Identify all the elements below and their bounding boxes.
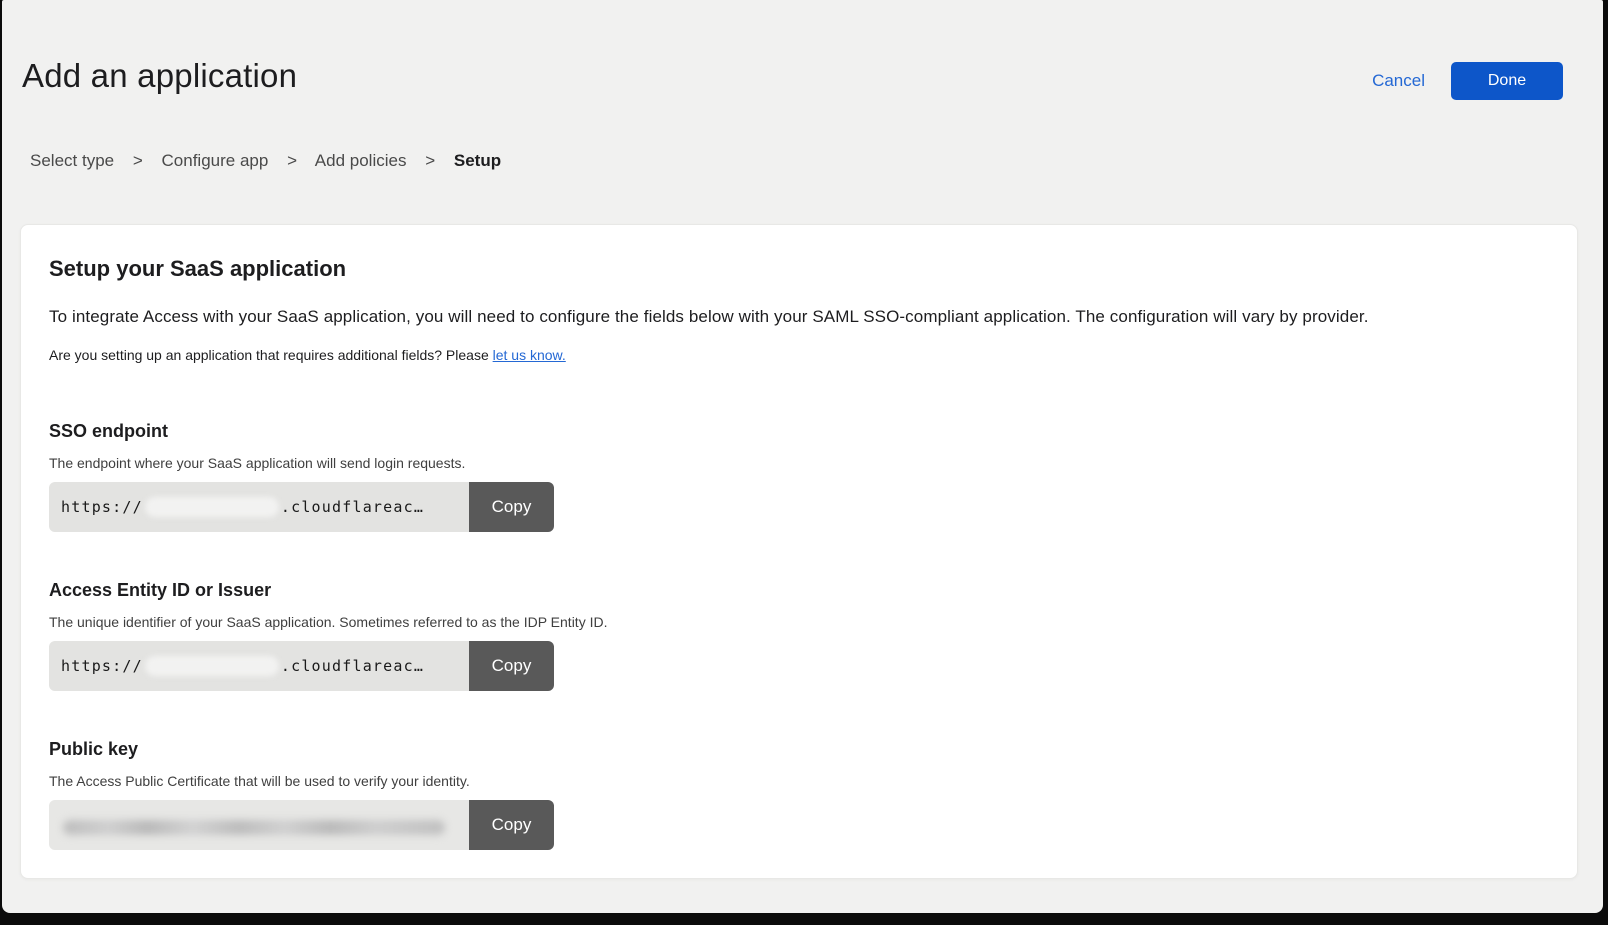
access-entity-id-value: https:// .cloudflareac… <box>49 641 469 691</box>
redacted-value-blur <box>63 820 445 835</box>
access-entity-id-label: Access Entity ID or Issuer <box>49 578 1549 602</box>
sso-endpoint-label: SSO endpoint <box>49 419 1549 443</box>
breadcrumb-separator: > <box>287 151 297 170</box>
field-sso-endpoint: SSO endpoint The endpoint where your Saa… <box>49 419 1549 532</box>
card-note-text: Are you setting up an application that r… <box>49 347 493 363</box>
access-entity-id-value-prefix: https:// <box>61 657 143 675</box>
public-key-description: The Access Public Certificate that will … <box>49 771 1549 791</box>
breadcrumb-separator: > <box>425 151 435 170</box>
breadcrumb-separator: > <box>133 151 143 170</box>
redacted-value-blur <box>145 497 279 517</box>
card-note: Are you setting up an application that r… <box>49 345 1549 365</box>
let-us-know-link[interactable]: let us know. <box>493 347 566 363</box>
public-key-value <box>49 800 469 850</box>
access-entity-id-row: https:// .cloudflareac… Copy <box>49 641 554 691</box>
page-header: Add an application Cancel Done <box>2 0 1603 100</box>
breadcrumb-step-configure-app[interactable]: Configure app <box>162 151 269 170</box>
card-description: To integrate Access with your SaaS appli… <box>49 305 1549 329</box>
header-actions: Cancel Done <box>1372 62 1563 100</box>
redacted-value-blur <box>145 656 279 676</box>
breadcrumb-step-add-policies[interactable]: Add policies <box>315 151 407 170</box>
access-entity-id-description: The unique identifier of your SaaS appli… <box>49 612 1549 632</box>
page: Add an application Cancel Done Select ty… <box>2 0 1603 913</box>
sso-endpoint-value-prefix: https:// <box>61 498 143 516</box>
access-entity-id-copy-button[interactable]: Copy <box>469 641 554 691</box>
sso-endpoint-value-suffix: .cloudflareac… <box>281 498 424 516</box>
public-key-label: Public key <box>49 737 1549 761</box>
public-key-copy-button[interactable]: Copy <box>469 800 554 850</box>
breadcrumb-step-setup[interactable]: Setup <box>454 151 501 170</box>
field-public-key: Public key The Access Public Certificate… <box>49 737 1549 850</box>
sso-endpoint-value: https:// .cloudflareac… <box>49 482 469 532</box>
sso-endpoint-copy-button[interactable]: Copy <box>469 482 554 532</box>
setup-card: Setup your SaaS application To integrate… <box>20 224 1578 879</box>
done-button[interactable]: Done <box>1451 62 1563 100</box>
sso-endpoint-row: https:// .cloudflareac… Copy <box>49 482 554 532</box>
cancel-button[interactable]: Cancel <box>1372 71 1425 91</box>
access-entity-id-value-suffix: .cloudflareac… <box>281 657 424 675</box>
field-access-entity-id: Access Entity ID or Issuer The unique id… <box>49 578 1549 691</box>
breadcrumb-step-select-type[interactable]: Select type <box>30 151 114 170</box>
page-title: Add an application <box>22 56 297 96</box>
breadcrumb: Select type > Configure app > Add polici… <box>30 150 1603 172</box>
card-heading: Setup your SaaS application <box>49 255 1549 283</box>
sso-endpoint-description: The endpoint where your SaaS application… <box>49 453 1549 473</box>
public-key-row: Copy <box>49 800 554 850</box>
